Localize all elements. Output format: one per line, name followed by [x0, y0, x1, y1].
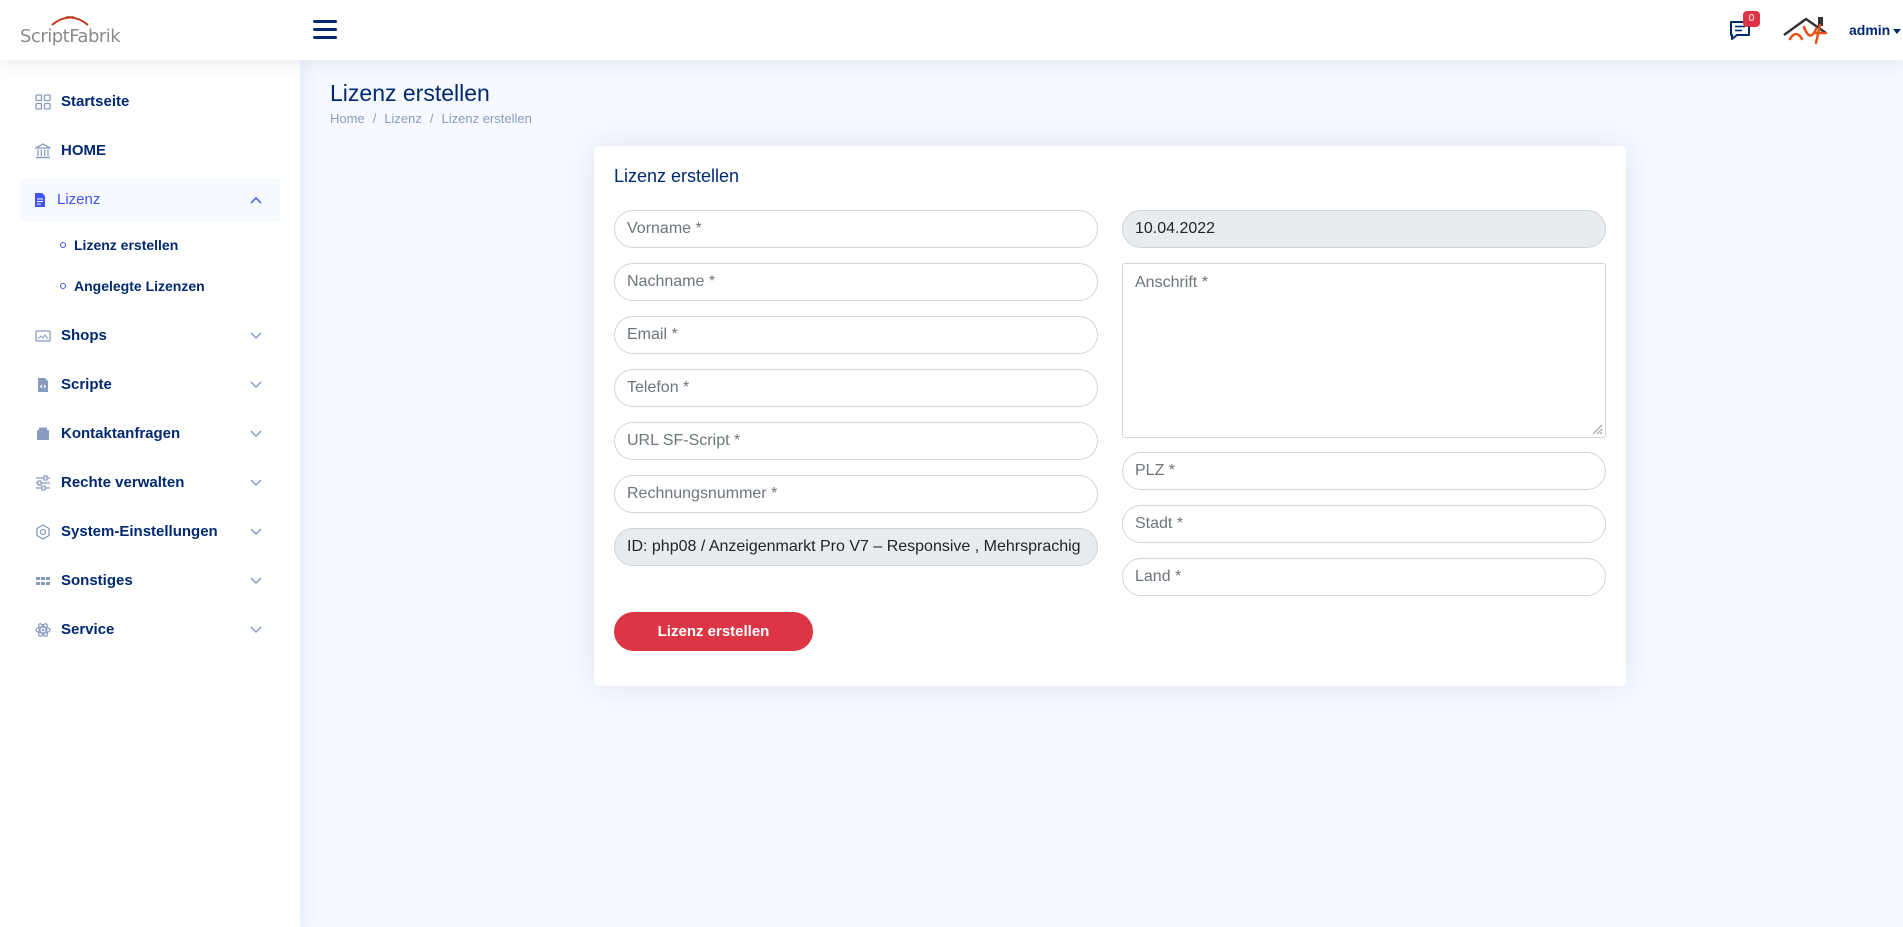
sidebar-item-sonstiges[interactable]: Sonstiges: [20, 559, 280, 603]
card-title: Lizenz erstellen: [614, 166, 740, 186]
sidebar-item-lizenz[interactable]: Lizenz: [20, 178, 280, 222]
notification-badge: 0: [1743, 11, 1760, 27]
sidebar-item-label: Rechte verwalten: [61, 474, 185, 491]
nachname-input[interactable]: Nachname *: [614, 263, 1098, 301]
sidebar-subitem-label: Lizenz erstellen: [74, 237, 179, 253]
logo[interactable]: ScriptFabrik: [20, 12, 121, 47]
breadcrumb-separator: /: [429, 111, 434, 126]
sidebar-item-label: Scripte: [61, 376, 112, 393]
logo-text: ScriptFabrik: [20, 26, 121, 47]
breadcrumb-home-link[interactable]: Home: [330, 111, 365, 126]
sidebar-item-label: Sonstiges: [61, 572, 133, 589]
sidebar: Startseite HOME Lizenz Lizenz erstellen …: [0, 60, 300, 927]
telefon-input[interactable]: Telefon *: [614, 369, 1098, 407]
breadcrumb-current: Lizenz erstellen: [441, 111, 532, 126]
user-name: admin: [1849, 22, 1891, 38]
bank-icon: [35, 143, 51, 159]
chevron-down-icon: [250, 577, 262, 585]
sidebar-item-kontaktanfragen[interactable]: Kontaktanfragen: [20, 412, 280, 456]
breadcrumb-separator: /: [372, 111, 377, 126]
sidebar-item-label: Kontaktanfragen: [61, 425, 181, 442]
document-icon: [35, 193, 45, 207]
chevron-down-icon: [250, 430, 262, 438]
vorname-input[interactable]: Vorname *: [614, 210, 1098, 248]
top-header: ScriptFabrik 0 admin: [0, 0, 1903, 60]
resize-grip-icon[interactable]: [1591, 423, 1603, 435]
sidebar-toggle-button[interactable]: [313, 20, 337, 40]
plz-input[interactable]: PLZ *: [1122, 452, 1606, 490]
sliders-icon: [36, 475, 50, 491]
anschrift-textarea[interactable]: Anschrift *: [1122, 263, 1606, 438]
inbox-icon: [37, 427, 49, 440]
anschrift-placeholder: Anschrift *: [1135, 274, 1208, 291]
license-form-card: Lizenz erstellen Vorname * Nachname * Em…: [594, 146, 1626, 686]
breadcrumb-lizenz-link[interactable]: Lizenz: [384, 111, 422, 126]
sidebar-item-label: HOME: [61, 142, 106, 159]
sidebar-item-label: Shops: [61, 327, 107, 344]
page-title: Lizenz erstellen: [330, 80, 490, 106]
circle-icon: [60, 283, 66, 289]
sidebar-item-shops[interactable]: Shops: [20, 314, 280, 358]
sidebar-item-label: System-Einstellungen: [61, 523, 218, 540]
user-menu-dropdown[interactable]: admin: [1849, 22, 1902, 38]
grid-icon: [35, 94, 51, 110]
email-input[interactable]: Email *: [614, 316, 1098, 354]
circle-icon: [60, 242, 66, 248]
stadt-input[interactable]: Stadt *: [1122, 505, 1606, 543]
apps-icon: [36, 577, 50, 585]
sidebar-item-label: Lizenz: [57, 191, 101, 208]
sidebar-item-scripte[interactable]: Scripte: [20, 363, 280, 407]
chevron-down-icon: [250, 528, 262, 536]
chevron-up-icon: [250, 196, 262, 204]
sidebar-item-rechte-verwalten[interactable]: Rechte verwalten: [20, 461, 280, 505]
sidebar-item-label: Startseite: [61, 93, 130, 110]
date-field: 10.04.2022: [1122, 210, 1606, 248]
lizenz-erstellen-button[interactable]: Lizenz erstellen: [614, 612, 813, 651]
sidebar-item-startseite[interactable]: Startseite: [20, 80, 280, 124]
avatar[interactable]: [1782, 13, 1840, 47]
gear-icon: [36, 524, 50, 540]
chevron-down-icon: [250, 626, 262, 634]
caret-down-icon: [1893, 28, 1902, 34]
script-select[interactable]: ID: php08 / Anzeigenmarkt Pro V7 – Respo…: [614, 528, 1098, 566]
sidebar-item-label: Service: [61, 621, 115, 638]
card-image-icon: [35, 330, 51, 342]
sidebar-item-service[interactable]: Service: [20, 608, 280, 652]
chevron-down-icon: [250, 479, 262, 487]
file-code-icon: [38, 378, 48, 392]
atom-icon: [35, 623, 51, 637]
breadcrumb: Home / Lizenz / Lizenz erstellen: [330, 111, 532, 126]
sidebar-item-home[interactable]: HOME: [20, 129, 280, 173]
rechnungsnummer-input[interactable]: Rechnungsnummer *: [614, 475, 1098, 513]
url-sf-script-input[interactable]: URL SF-Script *: [614, 422, 1098, 460]
land-input[interactable]: Land *: [1122, 558, 1606, 596]
logo-roof-icon: [51, 16, 89, 26]
sidebar-subitem-label: Angelegte Lizenzen: [74, 278, 205, 294]
sidebar-item-system-einstellungen[interactable]: System-Einstellungen: [20, 510, 280, 554]
chevron-down-icon: [250, 332, 262, 340]
chevron-down-icon: [250, 381, 262, 389]
